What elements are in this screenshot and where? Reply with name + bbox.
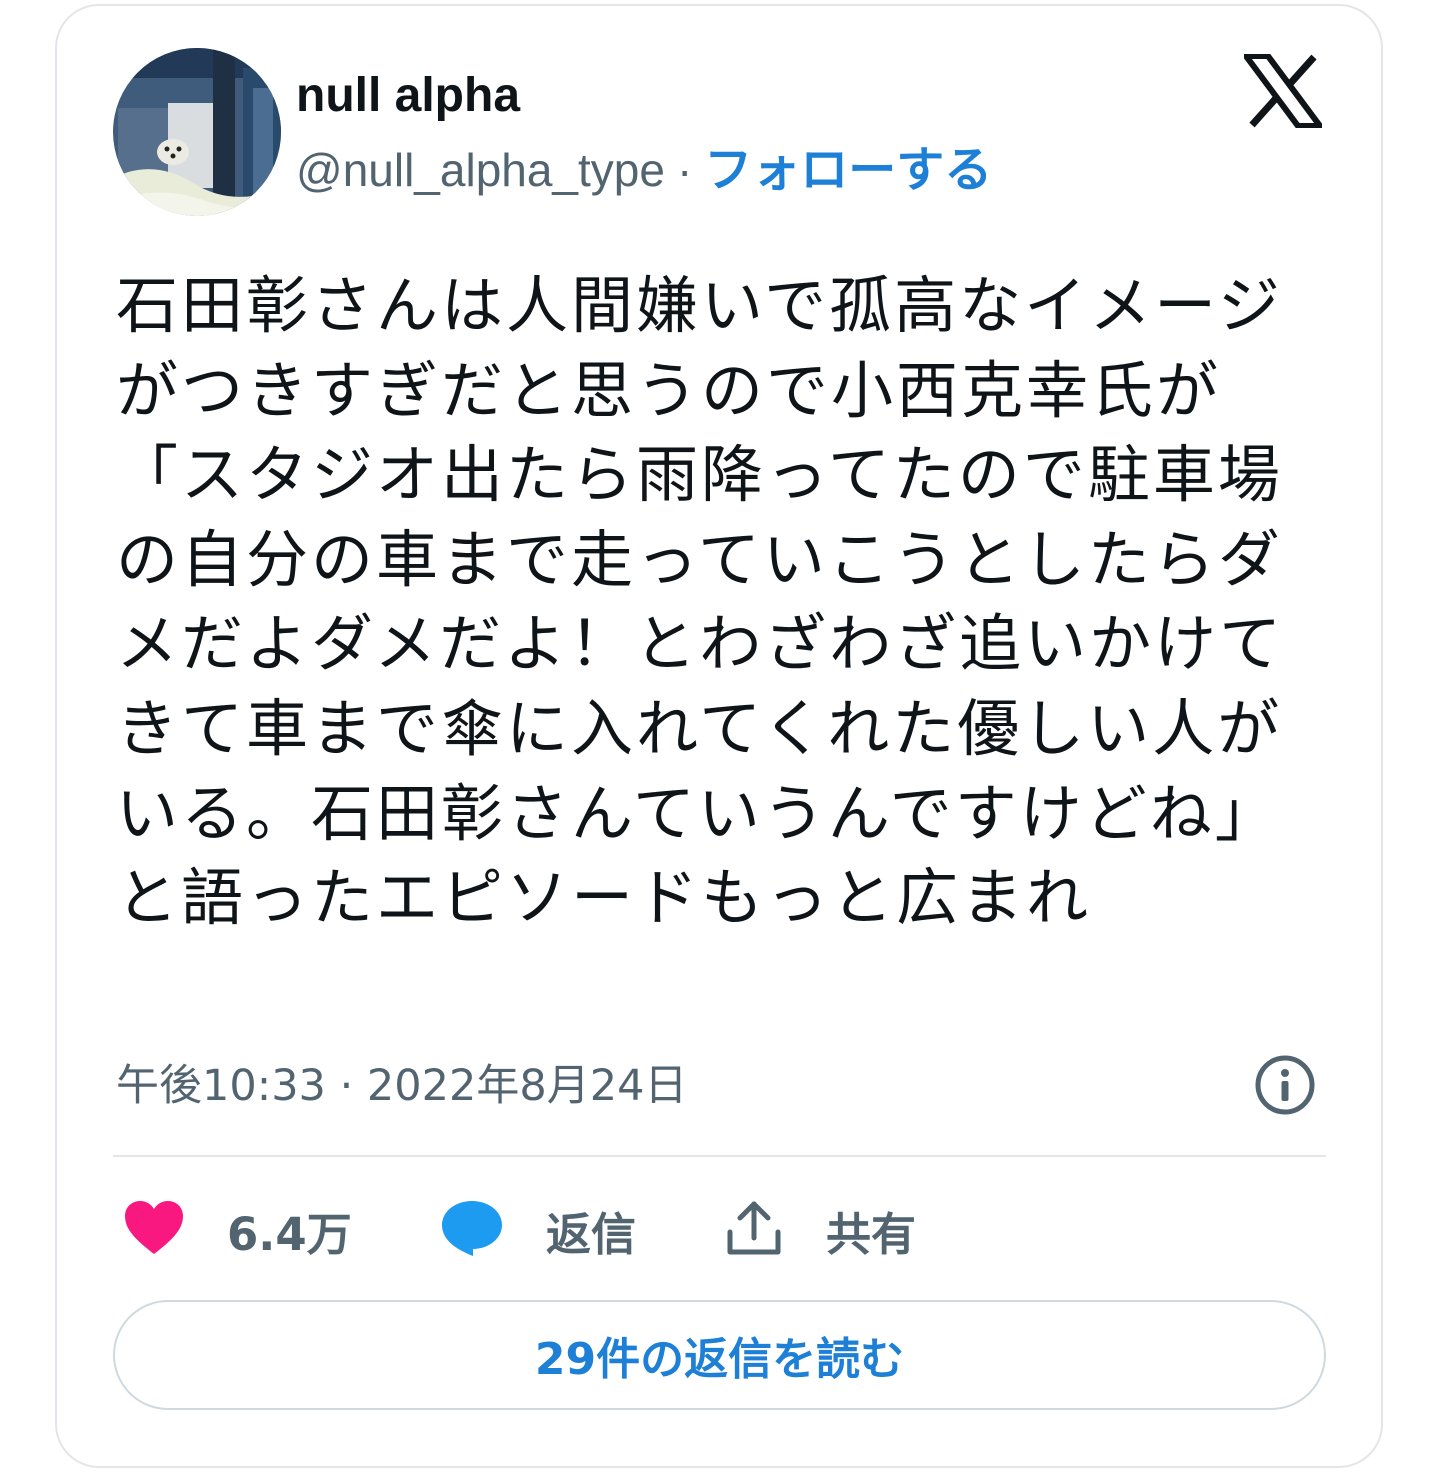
- separator-dot: ·: [676, 144, 693, 196]
- like-count: 6.4万: [227, 1207, 352, 1261]
- reply-button[interactable]: 返信: [440, 1198, 636, 1262]
- avatar[interactable]: [113, 48, 281, 216]
- read-replies-button[interactable]: 29件の返信を読む: [113, 1300, 1326, 1410]
- tweet-text: 石田彰さんは人間嫌いで孤高なイメージがつきすぎだと思うので小西克幸氏が「スタジオ…: [116, 269, 1285, 935]
- share-button[interactable]: 共有: [724, 1198, 916, 1262]
- speech-bubble-icon: [440, 1199, 504, 1261]
- author-display-name[interactable]: null alpha: [296, 66, 520, 126]
- author-handle[interactable]: @null_alpha_type: [296, 144, 665, 196]
- like-button[interactable]: 6.4万: [123, 1198, 352, 1262]
- share-upload-icon: [724, 1198, 784, 1262]
- info-icon[interactable]: [1254, 1054, 1316, 1116]
- tweet-timestamp[interactable]: 午後10:33 · 2022年8月24日: [116, 1058, 687, 1114]
- x-logo-icon[interactable]: [1240, 53, 1326, 129]
- avatar-image: [113, 48, 281, 216]
- follow-button[interactable]: フォローする: [704, 142, 992, 198]
- divider: [113, 1155, 1326, 1157]
- heart-icon: [123, 1200, 185, 1260]
- reply-label: 返信: [546, 1207, 637, 1261]
- author-handle-row: @null_alpha_type · フォローする: [296, 140, 992, 200]
- share-label: 共有: [826, 1207, 917, 1261]
